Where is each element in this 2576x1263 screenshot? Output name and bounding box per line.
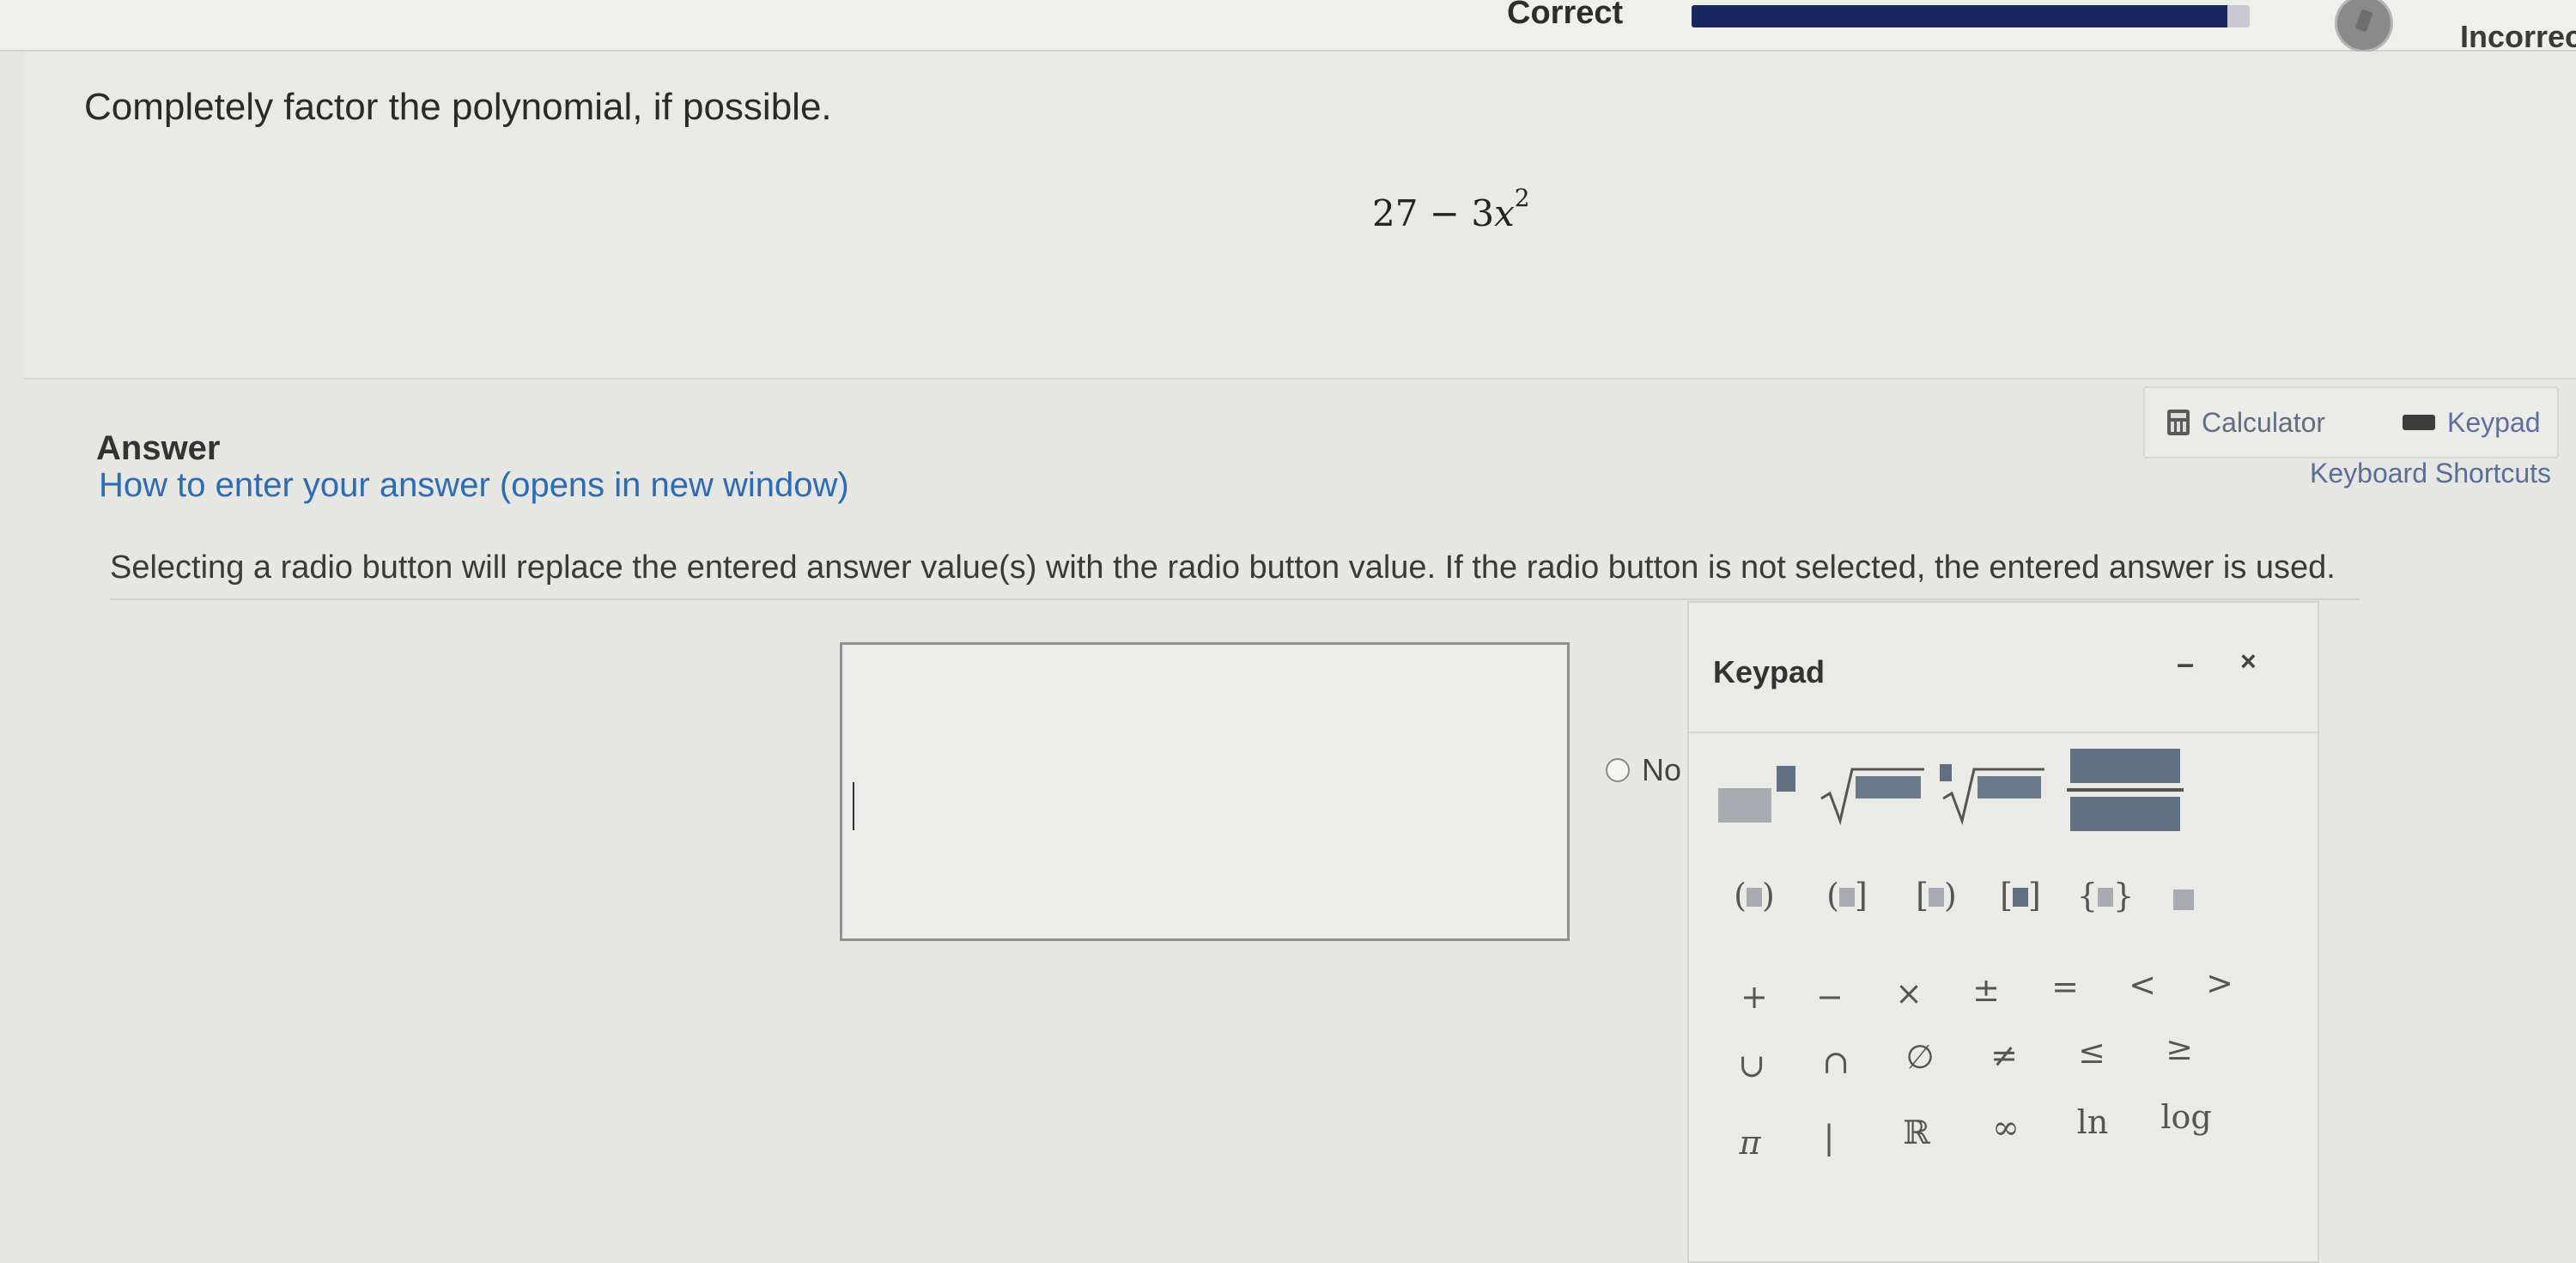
bracket-paren-key[interactable]: [)	[1905, 879, 1967, 922]
radio-label: No	[1642, 752, 1682, 787]
polynomial: 27 − 3x2	[1372, 184, 1530, 234]
infinity-key[interactable]: ∞	[1986, 1111, 2026, 1144]
polynomial-base: 27 − 3	[1372, 192, 1495, 234]
empty-set-key[interactable]: ∅	[1900, 1041, 1940, 1073]
radio-instructions: Selecting a radio button will replace th…	[110, 550, 2360, 600]
nth-root-key[interactable]	[1938, 757, 2050, 826]
correct-label: Correct	[1507, 0, 1624, 31]
greater-than-key[interactable]: >	[2202, 967, 2237, 999]
square-root-key[interactable]	[1818, 757, 1929, 826]
plus-key[interactable]: +	[1737, 981, 1771, 1013]
less-than-key[interactable]: <	[2125, 969, 2160, 1001]
log-key[interactable]: log	[2156, 1101, 2216, 1133]
radio-button[interactable]	[1606, 758, 1630, 782]
polynomial-exponent: 2	[1514, 184, 1530, 212]
keypad-divider	[1689, 732, 2318, 733]
plus-minus-key[interactable]: ±	[1969, 974, 2003, 1006]
question-prompt: Completely factor the polynomial, if pos…	[84, 86, 832, 128]
calculator-icon	[2167, 410, 2190, 435]
answer-tools: Calculator Keypad	[2143, 386, 2559, 458]
subscript-key[interactable]	[2160, 886, 2211, 920]
answer-heading: Answer	[96, 429, 221, 467]
incorrect-label: Incorrect	[2460, 19, 2576, 54]
close-icon[interactable]: ×	[2240, 646, 2257, 677]
keypad-button[interactable]: Keypad	[2403, 388, 2541, 457]
no-solution-radio[interactable]: No	[1606, 752, 1681, 788]
times-key[interactable]: ×	[1892, 977, 1926, 1010]
streak-icon	[2337, 0, 2391, 50]
paren-paren-key[interactable]: ()	[1723, 879, 1785, 922]
exponent-key[interactable]	[1713, 757, 1807, 826]
less-equal-key[interactable]: ≤	[2072, 1035, 2111, 1068]
calculator-button[interactable]: Calculator	[2167, 388, 2325, 457]
keypad-title: Keypad	[1713, 654, 1826, 689]
bracket-bracket-key[interactable]: []	[1990, 879, 2051, 922]
how-to-enter-link[interactable]: How to enter your answer (opens in new w…	[99, 466, 849, 505]
fraction-key[interactable]	[2067, 747, 2187, 833]
text-cursor	[853, 782, 854, 830]
question-panel: Completely factor the polynomial, if pos…	[24, 52, 2576, 380]
intersection-key[interactable]: ∩	[1816, 1046, 1856, 1078]
paren-bracket-key[interactable]: (]	[1816, 879, 1878, 922]
greater-equal-key[interactable]: ≥	[2160, 1032, 2199, 1065]
keypad-label: Keypad	[2447, 406, 2541, 438]
absolute-value-key[interactable]: |	[1816, 1121, 1842, 1154]
ln-key[interactable]: ln	[2067, 1106, 2118, 1139]
pi-key[interactable]: π	[1730, 1126, 1770, 1159]
calculator-label: Calculator	[2202, 406, 2326, 438]
minus-key[interactable]: −	[1813, 981, 1847, 1013]
keypad-panel: Keypad – × () (] [) [] {} + − × ± = < > …	[1687, 601, 2319, 1263]
union-key[interactable]: ∪	[1732, 1049, 1771, 1082]
set-braces-key[interactable]: {}	[2067, 879, 2144, 922]
keyboard-icon	[2403, 415, 2435, 430]
minimize-button[interactable]: –	[2177, 646, 2194, 682]
real-numbers-key[interactable]: ℝ	[1897, 1116, 1936, 1149]
keyboard-shortcuts-link[interactable]: Keyboard Shortcuts	[2310, 458, 2551, 489]
status-bar: Correct Incorrect	[0, 0, 2576, 54]
equals-key[interactable]: =	[2048, 970, 2082, 1003]
progress-bar	[1692, 5, 2250, 27]
polynomial-variable: x	[1494, 192, 1515, 234]
not-equal-key[interactable]: ≠	[1984, 1039, 2024, 1072]
answer-input[interactable]	[840, 642, 1570, 941]
progress-fill	[1692, 5, 2227, 27]
